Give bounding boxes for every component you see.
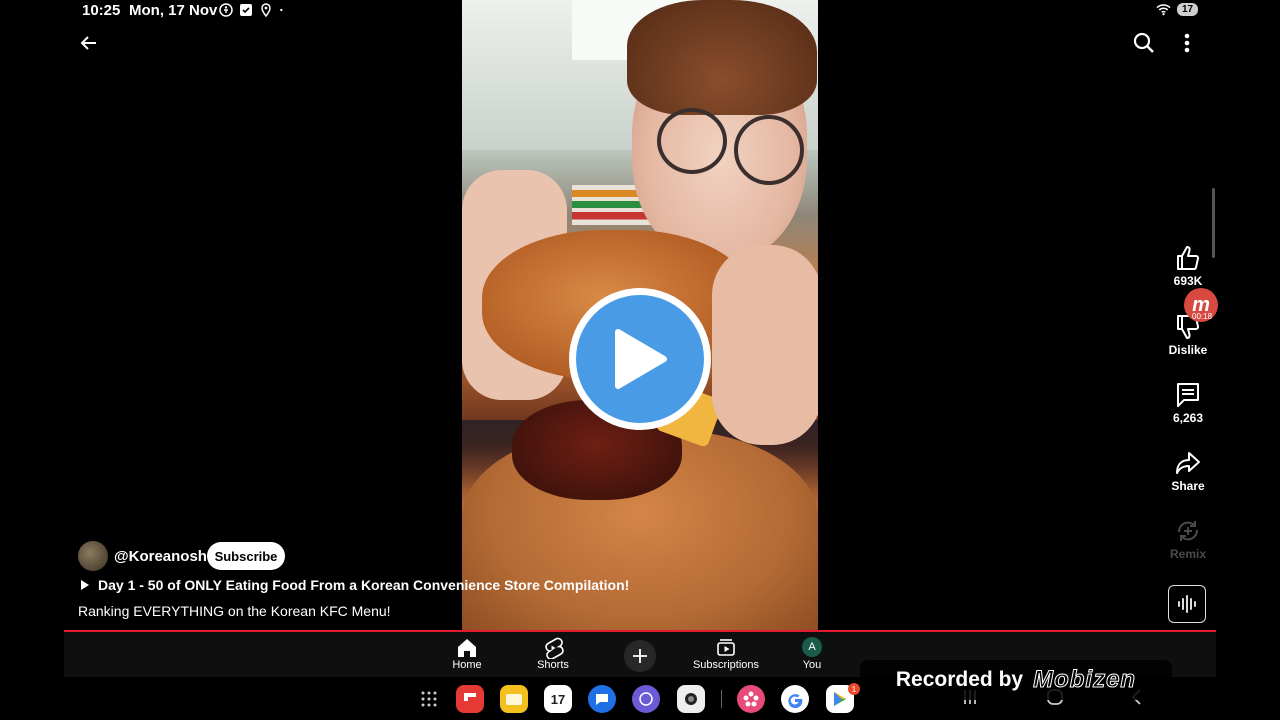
video-glasses-right	[734, 115, 804, 185]
subscriptions-icon	[717, 639, 735, 656]
flower-icon	[743, 691, 759, 707]
home-icon	[458, 639, 476, 657]
back-button[interactable]	[74, 28, 104, 58]
status-right: 17	[1156, 3, 1199, 16]
compass-icon	[639, 692, 653, 706]
comments-count: 6,263	[1172, 411, 1204, 425]
video-glasses-left	[657, 108, 727, 174]
nav-shorts[interactable]: Shorts	[513, 637, 593, 671]
video-hand-right	[712, 245, 818, 445]
chat-bubble-icon	[596, 694, 608, 705]
remix-label: Remix	[1169, 547, 1207, 561]
video-person-hair	[627, 0, 817, 115]
camera-app-icon[interactable]	[677, 685, 705, 713]
play-store-icon	[834, 692, 846, 706]
video-title-link[interactable]: Day 1 - 50 of ONLY Eating Food From a Ko…	[80, 577, 629, 593]
accessibility-icon	[219, 3, 233, 17]
dislike-label: Dislike	[1168, 343, 1208, 357]
notes-app-icon[interactable]	[500, 685, 528, 713]
play-small-icon	[81, 580, 89, 590]
search-button[interactable]	[1129, 28, 1159, 58]
grid-icon	[421, 691, 437, 707]
checklist-icon	[240, 4, 252, 16]
gallery-app-icon[interactable]	[737, 685, 765, 713]
battery-indicator: 17	[1177, 3, 1199, 16]
comment-icon	[1177, 383, 1199, 407]
channel-avatar[interactable]	[78, 541, 108, 571]
nav-home-label: Home	[452, 659, 482, 671]
audio-waveform-icon	[1178, 595, 1196, 613]
nav-you-label: You	[802, 659, 822, 671]
calendar-day: 17	[550, 691, 566, 707]
video-description: Ranking EVERYTHING on the Korean KFC Men…	[78, 603, 391, 619]
share-label: Share	[1171, 479, 1205, 493]
notification-badge: 1	[848, 683, 860, 695]
scrollbar[interactable]	[1212, 188, 1215, 258]
more-options-button[interactable]	[1172, 28, 1202, 58]
like-count: 693K	[1173, 274, 1203, 288]
share-button[interactable]: Share	[1162, 449, 1214, 493]
mobizen-logo: Mobizen	[1033, 666, 1137, 694]
play-icon	[615, 329, 667, 389]
share-arrow-icon	[1176, 452, 1200, 474]
thumbs-up-icon	[1177, 246, 1200, 270]
status-icons	[219, 3, 287, 17]
location-icon	[261, 3, 271, 17]
nav-you[interactable]: A You	[772, 637, 852, 671]
status-time: 10:25	[82, 2, 121, 19]
remix-button[interactable]: Remix	[1162, 517, 1214, 561]
nav-subscriptions-label: Subscriptions	[692, 659, 760, 671]
account-avatar: A	[802, 637, 822, 657]
channel-handle[interactable]: @Koreanosh	[114, 548, 207, 565]
flipboard-app-icon[interactable]	[456, 685, 484, 713]
video-title: Day 1 - 50 of ONLY Eating Food From a Ko…	[98, 577, 630, 593]
google-app-icon[interactable]	[781, 685, 809, 713]
flip-icon	[464, 693, 476, 701]
nav-shorts-label: Shorts	[537, 659, 569, 671]
comments-button[interactable]: 6,263	[1162, 381, 1214, 425]
plus-icon	[633, 649, 647, 663]
play-button-inner	[576, 295, 704, 423]
google-g-icon	[788, 694, 803, 708]
search-icon	[1133, 32, 1154, 53]
back-arrow-icon	[80, 36, 96, 50]
recording-watermark: Recorded by Mobizen	[860, 660, 1172, 700]
create-button[interactable]	[624, 640, 656, 672]
sound-button[interactable]	[1168, 585, 1206, 623]
wifi-icon	[1156, 4, 1171, 16]
camera-icon	[685, 693, 697, 705]
remix-icon	[1177, 521, 1199, 541]
play-button[interactable]	[569, 288, 711, 430]
internet-app-icon[interactable]	[632, 685, 660, 713]
nav-home[interactable]: Home	[427, 637, 507, 671]
shorts-icon	[545, 637, 564, 659]
app-drawer-button[interactable]	[415, 685, 443, 713]
messages-app-icon[interactable]	[588, 685, 616, 713]
recording-timer: 00:18	[1192, 312, 1213, 321]
folder-icon	[506, 694, 522, 705]
status-date: Mon, 17 Nov	[129, 2, 218, 19]
recorded-by-label: Recorded by	[895, 668, 1024, 691]
like-button[interactable]: 693K	[1162, 244, 1214, 288]
nav-subscriptions[interactable]: Subscriptions	[686, 637, 766, 671]
more-vertical-icon	[1184, 33, 1190, 53]
subscribe-button[interactable]: Subscribe	[207, 542, 285, 570]
dock-separator	[721, 690, 722, 708]
dot-icon	[280, 8, 283, 12]
calendar-app-icon[interactable]: 17	[544, 685, 572, 713]
